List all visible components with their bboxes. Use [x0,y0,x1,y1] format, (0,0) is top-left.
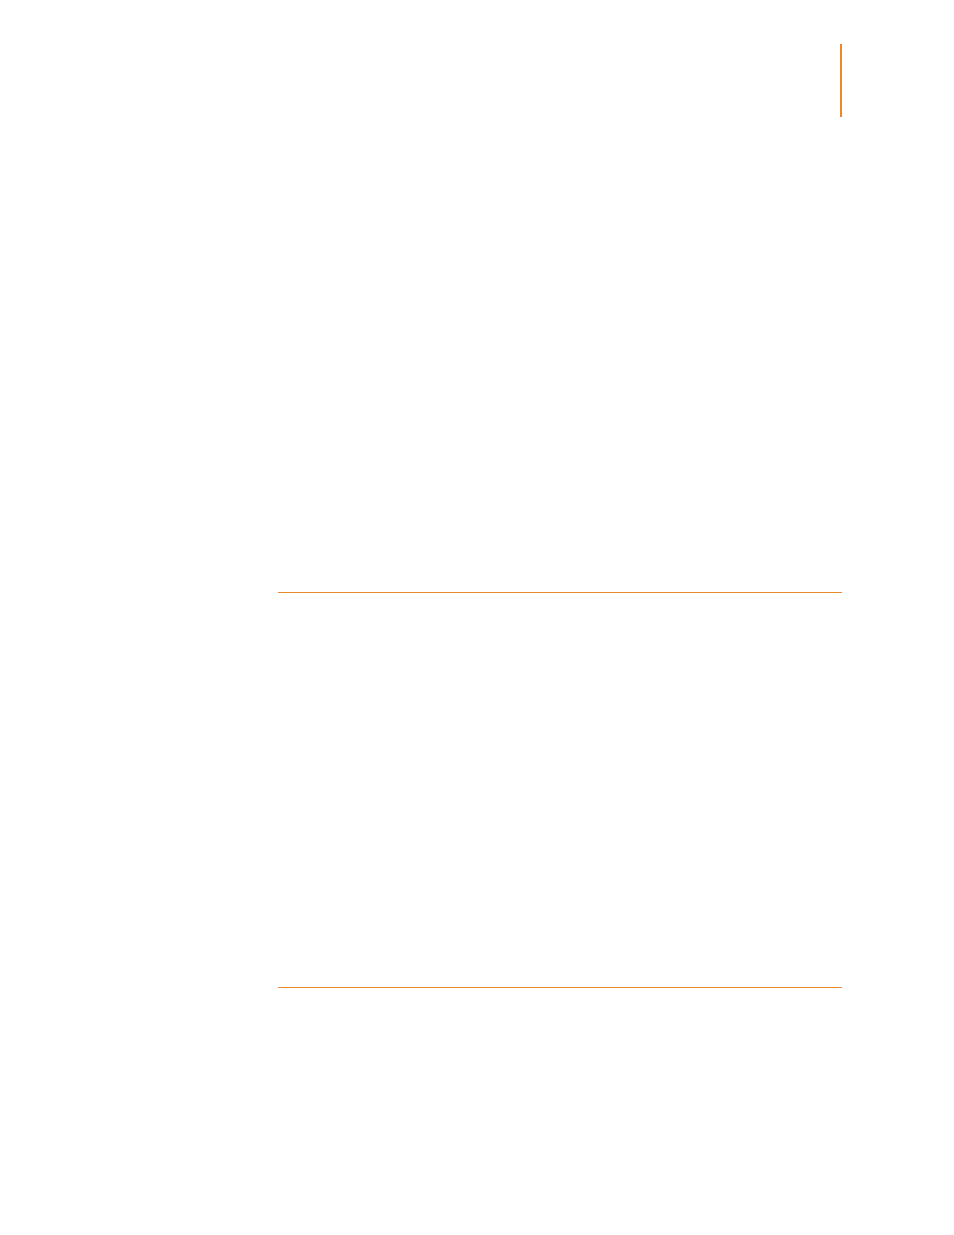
accent-vertical-bar [840,44,842,117]
horizontal-rule [278,987,842,988]
horizontal-rule [278,592,842,593]
